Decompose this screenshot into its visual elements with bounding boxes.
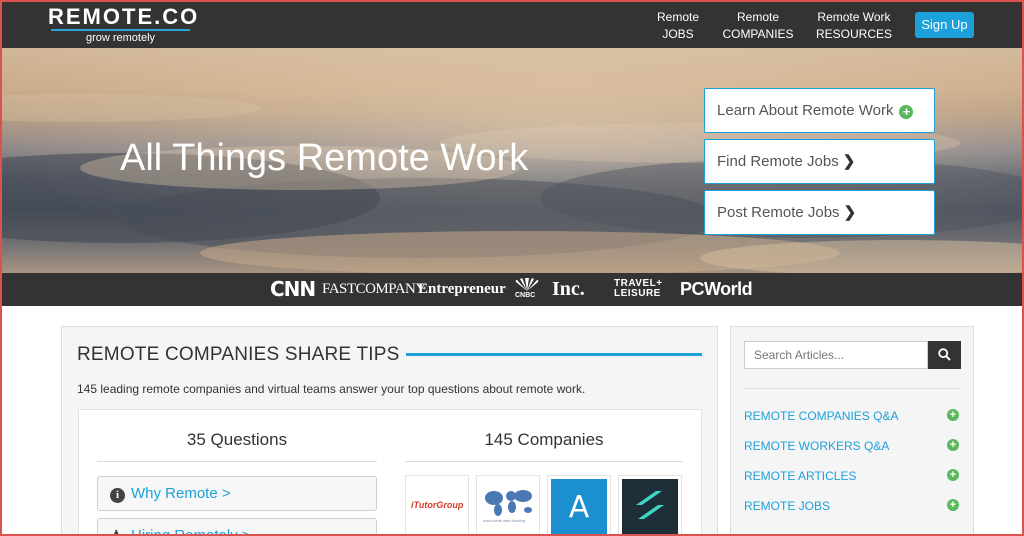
plus-circle-icon: + bbox=[899, 105, 914, 119]
sign-up-button[interactable]: Sign Up bbox=[915, 12, 974, 38]
sidebar-divider bbox=[744, 388, 961, 389]
fast-company-logo: FASTCOMPANY bbox=[322, 281, 426, 297]
sidebar-link-remote-workers-qa[interactable]: REMOTE WORKERS Q&A + bbox=[744, 436, 961, 456]
logo-underline bbox=[51, 29, 190, 31]
search-button[interactable] bbox=[928, 341, 961, 369]
press-logos-bar: CNN FASTCOMPANY Entrepreneur CNBC Inc. T… bbox=[0, 273, 1024, 306]
title-accent-rule bbox=[406, 353, 702, 356]
plus-circle-icon: + bbox=[947, 499, 959, 511]
sidebar-link-label: REMOTE ARTICLES bbox=[744, 469, 857, 483]
question-why-remote[interactable]: i Why Remote > bbox=[97, 476, 377, 511]
world-map-caption: world wide web thinking bbox=[483, 518, 526, 523]
articles-sidebar: REMOTE COMPANIES Q&A + REMOTE WORKERS Q&A… bbox=[730, 326, 974, 536]
sidebar-link-label: REMOTE COMPANIES Q&A bbox=[744, 409, 899, 423]
hero-banner: All Things Remote Work Learn About Remot… bbox=[0, 48, 1024, 273]
nav-remote-jobs[interactable]: Remote JOBS bbox=[648, 9, 708, 43]
post-remote-jobs-button[interactable]: Post Remote Jobs ❯ bbox=[704, 190, 935, 235]
cnn-logo: CNN bbox=[270, 277, 316, 301]
nav-remote-work-resources[interactable]: Remote Work RESOURCES bbox=[808, 9, 900, 43]
nav-remote-jobs-line2: JOBS bbox=[662, 27, 694, 41]
companies-divider bbox=[405, 461, 683, 462]
question-hiring-remotely-label: Hiring Remotely > bbox=[131, 527, 251, 536]
learn-about-remote-work-label: Learn About Remote Work bbox=[717, 102, 894, 119]
logo-tagline: grow remotely bbox=[85, 32, 156, 44]
remote-co-logo[interactable]: REMOTE.CO grow remotely bbox=[48, 4, 200, 45]
find-remote-jobs-label: Find Remote Jobs bbox=[717, 153, 839, 170]
find-remote-jobs-button[interactable]: Find Remote Jobs ❯ bbox=[704, 139, 935, 184]
sidebar-link-remote-jobs[interactable]: REMOTE JOBS + bbox=[744, 496, 961, 516]
nav-remote-jobs-line1: Remote bbox=[656, 10, 700, 24]
post-remote-jobs-label: Post Remote Jobs bbox=[717, 204, 840, 221]
search-articles-input[interactable] bbox=[744, 341, 928, 369]
travel-leisure-logo: TRAVEL+ LEISURE bbox=[614, 279, 663, 299]
company-logo-world-map[interactable]: world wide web thinking bbox=[476, 475, 540, 536]
questions-divider bbox=[97, 461, 377, 462]
hero-title: All Things Remote Work bbox=[120, 137, 529, 179]
company-logo-s[interactable] bbox=[618, 475, 682, 536]
cnbc-wordmark: CNBC bbox=[515, 292, 536, 299]
chevron-right-icon: ❯ bbox=[843, 204, 857, 221]
sidebar-link-label: REMOTE WORKERS Q&A bbox=[744, 439, 890, 453]
plus-circle-icon: + bbox=[947, 439, 959, 451]
a-letter-logo: A bbox=[551, 479, 607, 536]
remote-companies-tips-card: REMOTE COMPANIES SHARE TIPS 145 leading … bbox=[61, 326, 718, 536]
travel-leisure-line2: LEISURE bbox=[614, 288, 661, 299]
world-map-icon bbox=[485, 490, 532, 516]
question-why-remote-label: Why Remote > bbox=[131, 485, 231, 502]
sidebar-link-remote-companies-qa[interactable]: REMOTE COMPANIES Q&A + bbox=[744, 406, 961, 426]
company-logo-itutorgroup[interactable]: iTutorGroup bbox=[405, 475, 469, 536]
questions-companies-panel: 35 Questions 145 Companies i Why Remote >… bbox=[78, 409, 702, 536]
person-icon: ♟ bbox=[110, 527, 123, 536]
cnbc-peacock-icon bbox=[515, 277, 539, 291]
section-description: 145 leading remote companies and virtual… bbox=[77, 382, 586, 396]
nav-resources-line2: RESOURCES bbox=[815, 27, 892, 41]
itutorgroup-wordmark: iTutorGroup bbox=[411, 500, 464, 510]
section-title: REMOTE COMPANIES SHARE TIPS bbox=[77, 344, 400, 365]
s-stripes-icon bbox=[636, 491, 664, 519]
plus-circle-icon: + bbox=[947, 409, 959, 421]
sidebar-link-label: REMOTE JOBS bbox=[744, 499, 831, 513]
chevron-right-icon: ❯ bbox=[842, 153, 856, 170]
nav-remote-companies-line1: Remote bbox=[736, 10, 780, 24]
sidebar-link-remote-articles[interactable]: REMOTE ARTICLES + bbox=[744, 466, 961, 486]
site-header: REMOTE.CO grow remotely Remote JOBS Remo… bbox=[0, 0, 1024, 48]
plus-circle-icon: + bbox=[947, 469, 959, 481]
entrepreneur-logo: Entrepreneur bbox=[418, 281, 506, 297]
s-stripes-logo bbox=[622, 479, 678, 536]
nav-remote-companies[interactable]: Remote COMPANIES bbox=[718, 9, 798, 43]
search-icon bbox=[938, 348, 951, 361]
logo-wordmark: REMOTE.CO bbox=[48, 4, 200, 29]
info-icon: i bbox=[110, 488, 125, 503]
companies-heading: 145 Companies bbox=[484, 430, 604, 449]
nav-resources-line1: Remote Work bbox=[817, 10, 891, 24]
questions-heading: 35 Questions bbox=[186, 430, 288, 449]
pcworld-logo: PCWorld bbox=[680, 279, 753, 299]
learn-about-remote-work-button[interactable]: Learn About Remote Work + bbox=[704, 88, 935, 133]
inc-logo: Inc. bbox=[552, 278, 585, 300]
company-logo-a[interactable]: A bbox=[547, 475, 611, 536]
nav-remote-companies-line2: COMPANIES bbox=[722, 27, 794, 41]
cnbc-logo: CNBC bbox=[513, 277, 541, 302]
question-hiring-remotely[interactable]: ♟ Hiring Remotely > bbox=[97, 518, 377, 536]
